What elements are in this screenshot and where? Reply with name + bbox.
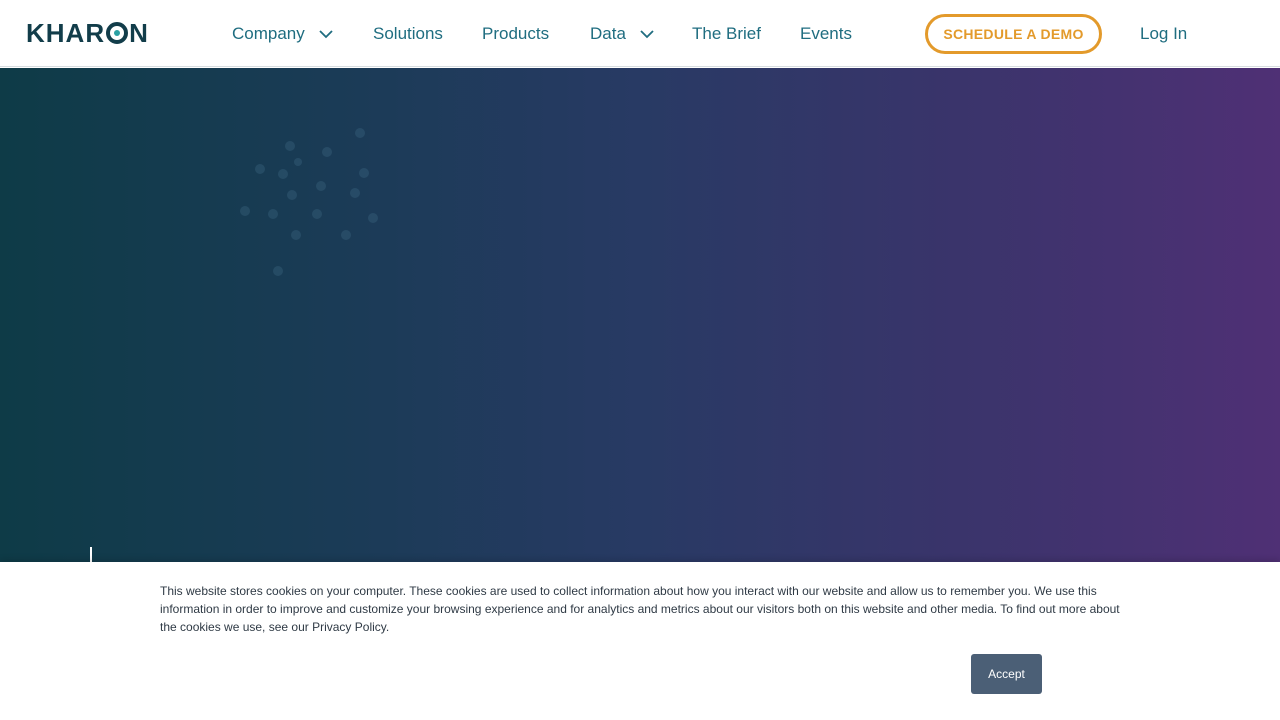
nav-solutions[interactable]: Solutions	[373, 22, 443, 46]
accept-cookies-button[interactable]: Accept	[971, 654, 1042, 694]
nav-company[interactable]: Company	[232, 22, 333, 46]
top-navbar: KHAR N Company Solutions Products Data T…	[0, 0, 1280, 67]
hero-banner	[0, 68, 1280, 562]
nav-data-label: Data	[590, 24, 626, 43]
nav-company-label: Company	[232, 24, 305, 43]
nav-the-brief[interactable]: The Brief	[692, 22, 761, 46]
decorative-dots-graphic	[240, 128, 378, 276]
nav-products-label: Products	[482, 24, 550, 43]
chevron-down-icon	[319, 29, 333, 38]
log-in-link[interactable]: Log In	[1140, 22, 1187, 46]
nav-the-brief-label: The Brief	[692, 24, 761, 43]
nav-data[interactable]: Data	[590, 22, 654, 46]
logo-text-end: N	[129, 17, 149, 48]
chevron-down-icon	[640, 29, 654, 38]
schedule-demo-button[interactable]: SCHEDULE A DEMO	[925, 14, 1102, 54]
text-cursor	[90, 547, 92, 562]
nav-events[interactable]: Events	[800, 22, 852, 46]
cookie-notice-text: This website stores cookies on your comp…	[160, 584, 1120, 634]
nav-events-label: Events	[800, 24, 852, 43]
logo-eye-icon	[106, 22, 129, 44]
cookie-banner: This website stores cookies on your comp…	[0, 562, 1280, 720]
nav-solutions-label: Solutions	[373, 24, 443, 43]
nav-products[interactable]: Products	[482, 22, 549, 46]
logo-text-start: KHAR	[26, 17, 106, 48]
kharon-logo[interactable]: KHAR N	[26, 18, 149, 48]
